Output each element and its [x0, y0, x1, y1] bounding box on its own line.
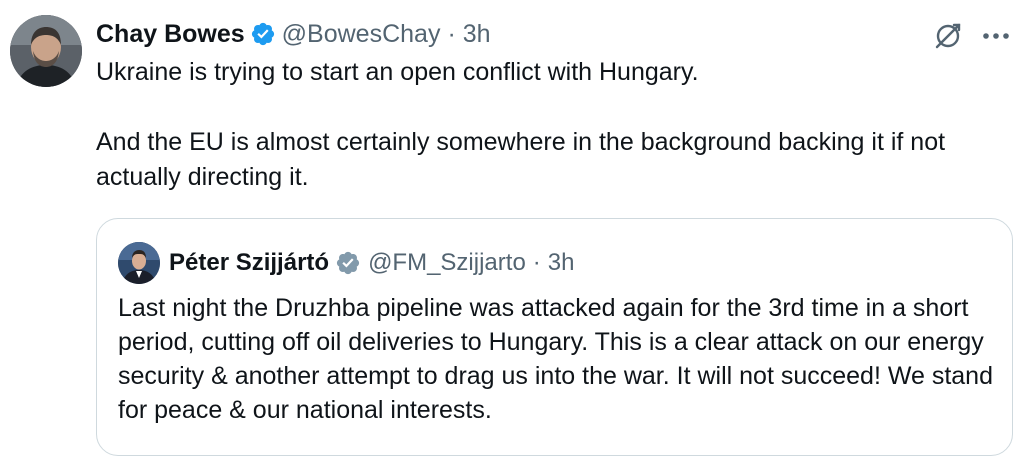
gray-verified-badge-icon[interactable]	[335, 250, 361, 276]
quoted-tweet-header: Péter Szijjártó @FM_Szijjarto · 3h	[169, 245, 575, 281]
tweet-text-paragraph: And the EU is almost certainly somewhere…	[96, 128, 946, 191]
quoted-avatar[interactable]	[118, 242, 160, 284]
grok-button[interactable]	[930, 18, 966, 54]
avatar-image	[10, 15, 82, 87]
tweet[interactable]: Chay Bowes @BowesChay · 3h Ukraine is tr…	[0, 0, 1024, 465]
quoted-author-display-name[interactable]: Péter Szijjártó	[169, 249, 329, 277]
quoted-meta-separator: ·	[532, 249, 541, 276]
quoted-author-handle[interactable]: @FM_Szijjarto	[368, 249, 526, 277]
avatar[interactable]	[10, 15, 82, 87]
tweet-text-paragraph: Ukraine is trying to start an open confl…	[96, 58, 699, 86]
grok-icon	[935, 23, 961, 49]
tweet-header: Chay Bowes @BowesChay · 3h	[96, 14, 491, 54]
quoted-tweet-text: Last night the Druzhba pipeline was atta…	[118, 294, 993, 424]
more-horizontal-icon	[983, 33, 1009, 39]
author-handle[interactable]: @BowesChay	[282, 20, 441, 49]
more-options-button[interactable]	[978, 18, 1014, 54]
quoted-tweet-timestamp[interactable]: 3h	[548, 249, 575, 277]
quoted-avatar-image	[118, 242, 160, 284]
quoted-tweet[interactable]: Péter Szijjártó @FM_Szijjarto · 3h Last …	[96, 218, 1013, 456]
meta-separator: ·	[447, 19, 456, 48]
tweet-text: Ukraine is trying to start an open confl…	[96, 55, 996, 195]
verified-badge-icon[interactable]	[250, 21, 276, 47]
author-display-name[interactable]: Chay Bowes	[96, 20, 245, 49]
tweet-timestamp[interactable]: 3h	[463, 20, 491, 49]
